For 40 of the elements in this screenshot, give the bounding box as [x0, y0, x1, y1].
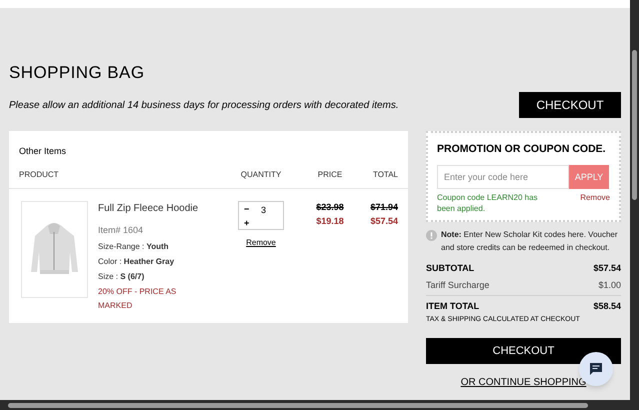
- product-attribute: Color : Heather Gray: [98, 256, 176, 268]
- quantity-field[interactable]: − 3 +: [238, 201, 284, 230]
- column-header: PRODUCT: [19, 169, 60, 181]
- quantity-value: 3: [261, 204, 266, 217]
- item-number: Item# 1604: [98, 224, 144, 237]
- page-title: SHOPPING BAG: [9, 62, 146, 84]
- chat-icon: [589, 362, 603, 376]
- product-attribute: Size-Range : Youth: [98, 240, 170, 252]
- coupon-applied-message: Coupon code LEARN20 has been applied.: [437, 192, 539, 214]
- surcharge-value: $1.00: [598, 278, 621, 292]
- sale-price: $19.18: [315, 214, 345, 228]
- product-name[interactable]: Full Zip Fleece Hoodie: [98, 201, 203, 216]
- original-total: $71.94: [369, 201, 398, 214]
- subtotal-value: $57.54: [593, 262, 621, 276]
- promo-text: 20% OFF - PRICE AS MARKED: [98, 286, 178, 312]
- remove-link[interactable]: Remove: [246, 237, 276, 249]
- sale-total: $57.54: [369, 214, 398, 228]
- subtotal-label: SUBTOTAL: [426, 262, 474, 276]
- note-text: Note: Enter New Scholar Kit codes here. Voucher and store credits can be redeemed in checkout.: [441, 229, 619, 254]
- checkout-button[interactable]: CHECKOUT: [519, 92, 621, 118]
- continue-shopping-link[interactable]: OR CONTINUE SHOPPING: [460, 377, 586, 388]
- column-header: TOTAL: [372, 169, 398, 181]
- surcharge-label: Tariff Surcharge: [426, 278, 490, 292]
- notice-text: Please allow an additional 14 business days for processing orders with decorated items.: [9, 98, 399, 112]
- increment-button[interactable]: +: [244, 217, 250, 230]
- column-header: PRICE: [316, 169, 344, 181]
- remove-coupon-link[interactable]: Remove: [580, 192, 610, 214]
- item-total-value: $58.54: [593, 300, 621, 314]
- decrement-button[interactable]: −: [244, 203, 250, 216]
- horizontal-scrollbar[interactable]: [0, 400, 639, 410]
- info-icon: [426, 230, 437, 242]
- checkout-button[interactable]: CHECKOUT: [426, 338, 621, 364]
- product-attribute: Size : S (6/7): [98, 270, 146, 282]
- vertical-scrollbar[interactable]: [630, 0, 639, 400]
- section-title: Other Items: [19, 144, 68, 158]
- promotion-title: PROMOTION OR COUPON CODE.: [437, 142, 607, 156]
- column-header: QUANTITY: [240, 169, 282, 181]
- original-price: $23.98: [315, 201, 345, 214]
- item-total-label: ITEM TOTAL: [426, 300, 480, 314]
- code-input-field[interactable]: Enter your code here: [437, 165, 569, 190]
